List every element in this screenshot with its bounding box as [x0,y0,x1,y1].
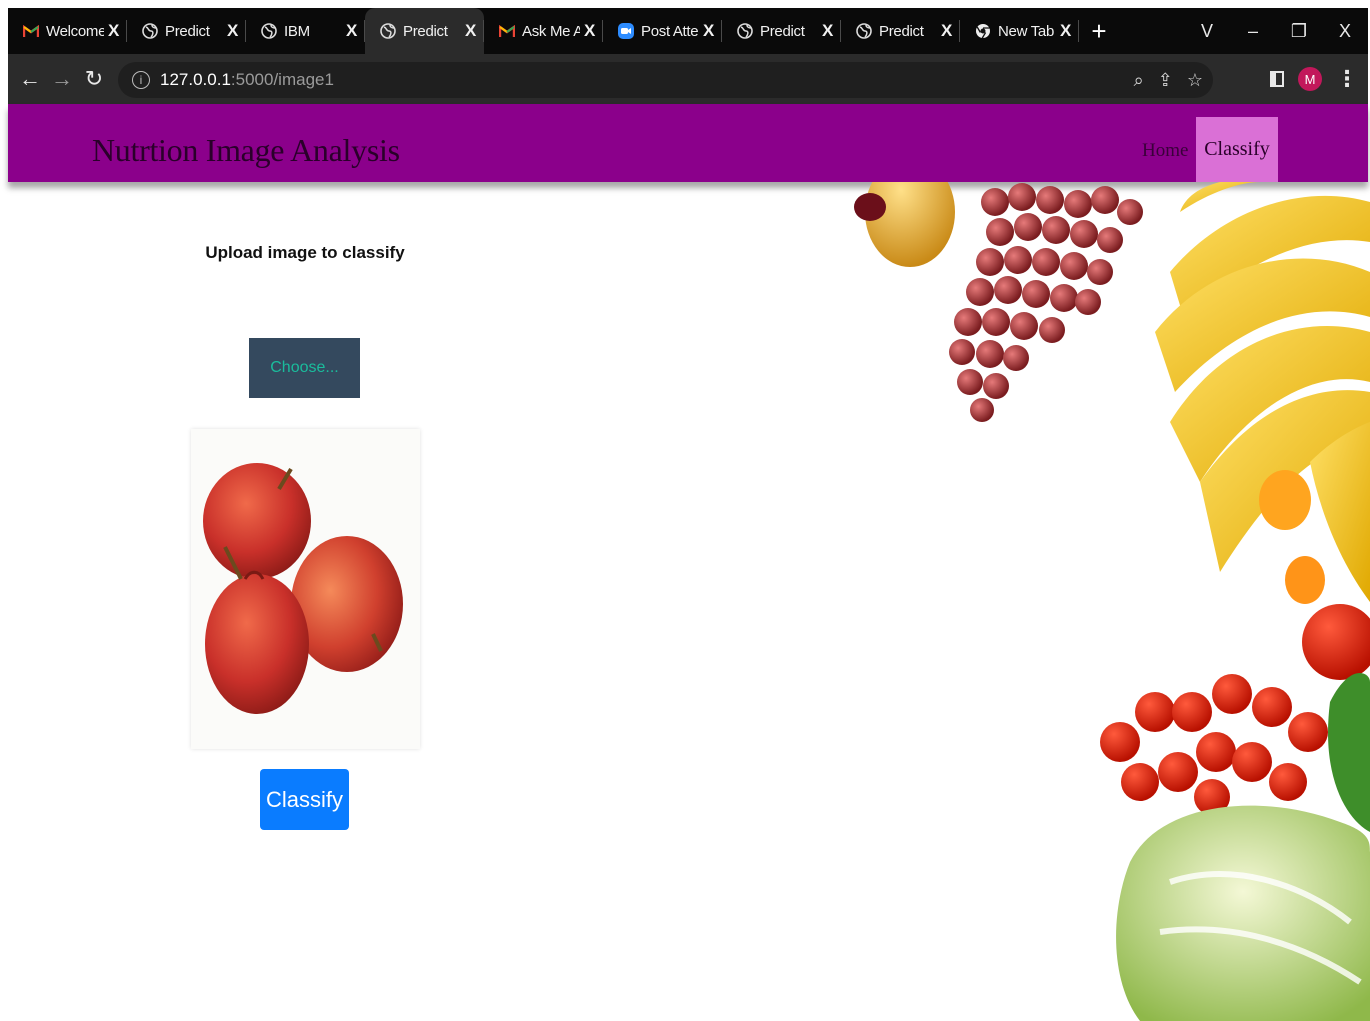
gmail-icon [498,22,516,40]
close-icon[interactable]: X [108,21,119,41]
menu-kebab-icon[interactable]: ⋮ [1336,66,1358,92]
upload-heading: Upload image to classify [205,243,405,262]
browser-tab[interactable]: Predict X [722,8,841,54]
address-bar[interactable]: i 127.0.0.1:5000/image1 ⌕ ⇪ ☆ [118,62,1213,98]
browser-tab-active[interactable]: Predict X [365,8,484,54]
zoom-lens-icon[interactable]: ⌕ [1134,70,1144,91]
close-icon[interactable]: X [822,21,833,41]
globe-icon [260,22,278,40]
tab-title: Welcome t [46,22,104,40]
globe-icon [855,22,873,40]
site-brand[interactable]: Nutrtion Image Analysis [92,132,400,169]
browser-tab[interactable]: New Tab X [960,8,1079,54]
image-preview [191,429,420,749]
tab-title: New Tab [998,22,1054,40]
tab-title: IBM [284,22,310,40]
tab-title: Predict [165,22,210,40]
tab-title: Predict [879,22,924,40]
apples-preview-image [203,463,403,714]
back-icon[interactable]: ← [14,66,46,92]
bookmark-star-icon[interactable]: ☆ [1187,70,1203,91]
browser-right-tools: M ⋮ [1270,54,1358,104]
close-icon[interactable]: X [703,21,714,41]
url-host: 127.0.0.1 [160,70,231,89]
url-path: :5000/image1 [230,70,334,89]
site-navbar: Nutrtion Image Analysis Home Classify [8,104,1368,182]
forward-icon[interactable]: → [46,66,78,92]
nav-link-classify[interactable]: Classify [1196,117,1278,182]
browser-tab[interactable]: IBM X [246,8,365,54]
side-panel-icon[interactable] [1270,71,1284,87]
close-icon[interactable]: X [227,21,238,41]
site-info-icon[interactable]: i [132,71,150,89]
zoom-icon [617,22,635,40]
browser-tab[interactable]: Ask Me Ar X [484,8,603,54]
fruit-background-image [854,182,1370,1021]
profile-avatar[interactable]: M [1298,67,1322,91]
minimize-button[interactable]: – [1230,21,1276,42]
globe-icon [736,22,754,40]
browser-toolbar: ← → ↻ i 127.0.0.1:5000/image1 ⌕ ⇪ ☆ M ⋮ [8,54,1368,104]
classify-button[interactable]: Classify [260,769,349,830]
choose-file-button[interactable]: Choose... [249,338,360,398]
browser-tab[interactable]: Post Atten X [603,8,722,54]
nav-link-home[interactable]: Home [1142,140,1188,162]
tab-title: Predict [403,22,448,40]
reload-icon[interactable]: ↻ [78,66,110,92]
browser-tab-strip: Welcome t X Predict X IBM X Predict X As… [8,8,1368,54]
browser-tab[interactable]: Welcome t X [8,8,127,54]
close-icon[interactable]: X [941,21,952,41]
gmail-icon [22,22,40,40]
new-tab-button[interactable]: + [1079,16,1119,47]
window-controls: V – ❐ X [1184,8,1368,54]
browser-tab[interactable]: Predict X [841,8,960,54]
tab-title: Ask Me Ar [522,22,580,40]
restore-button[interactable]: ❐ [1276,21,1322,42]
chrome-icon [974,22,992,40]
share-icon[interactable]: ⇪ [1158,70,1173,91]
browser-tab[interactable]: Predict X [127,8,246,54]
close-icon[interactable]: X [1060,21,1071,41]
tab-search-button[interactable]: V [1184,21,1230,42]
tab-title: Post Atten [641,22,699,40]
close-icon[interactable]: X [584,21,595,41]
close-icon[interactable]: X [465,21,476,41]
close-window-button[interactable]: X [1322,21,1368,42]
globe-icon [379,22,397,40]
tab-title: Predict [760,22,805,40]
omnibox-actions: ⌕ ⇪ ☆ [1134,62,1203,98]
close-icon[interactable]: X [346,21,357,41]
globe-icon [141,22,159,40]
